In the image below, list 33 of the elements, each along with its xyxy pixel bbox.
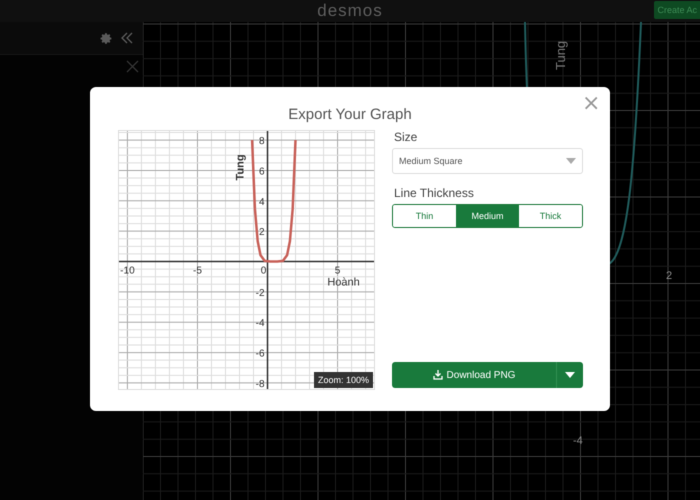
x-tick-label: 0 <box>260 266 266 277</box>
close-icon[interactable] <box>126 60 139 73</box>
download-button[interactable]: Download PNG <box>392 362 556 388</box>
y-tick-label: -6 <box>256 348 265 360</box>
y-tick-label: 2 <box>258 227 265 238</box>
y-axis-title: Tung <box>234 154 247 180</box>
y-tick-label: -4 <box>573 435 583 447</box>
thickness-option[interactable]: Medium <box>456 205 519 227</box>
size-label: Size <box>394 130 418 144</box>
x-tick-label: -10 <box>120 266 135 277</box>
download-options-button[interactable] <box>556 362 583 388</box>
logo-text: desmos <box>317 1 383 21</box>
zoom-badge: Zoom: 100% <box>314 372 373 388</box>
line-thickness-label: Line Thickness <box>394 186 475 200</box>
y-tick-label: -4 <box>256 318 265 330</box>
collapse-icon[interactable] <box>121 32 133 44</box>
x-tick-label: 5 <box>334 266 340 277</box>
size-select[interactable]: Medium Square <box>392 148 583 174</box>
settings-icon[interactable] <box>100 32 113 44</box>
caret-icon <box>565 372 575 378</box>
y-axis-title: Tung <box>553 40 568 70</box>
y-tick-label: -8 <box>256 378 265 389</box>
x-tick-label: -5 <box>193 266 202 277</box>
x-axis-title: Hoành <box>327 276 360 289</box>
download-icon <box>432 370 443 380</box>
close-button[interactable]: × <box>582 94 600 114</box>
caret-icon <box>566 158 576 164</box>
y-tick-label: 4 <box>258 196 265 208</box>
dialog-title: Export Your Graph <box>288 106 412 123</box>
y-tick-label: 8 <box>258 136 265 148</box>
x-tick-label: 2 <box>666 270 672 282</box>
y-tick-label: -2 <box>256 288 265 299</box>
y-tick-label: 6 <box>258 166 265 178</box>
